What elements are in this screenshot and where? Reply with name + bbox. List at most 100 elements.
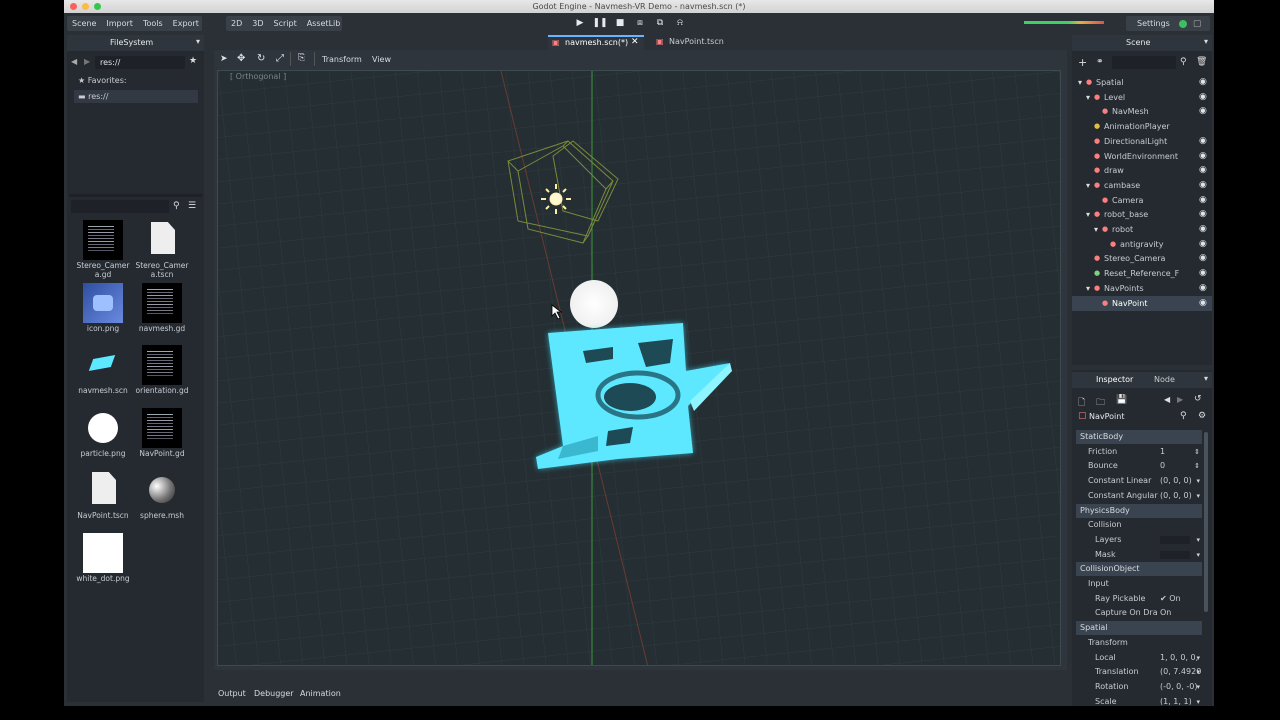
scene-node-navmesh[interactable]: ● NavMesh ◉ [1072,104,1212,119]
property-value[interactable]: (-0, 0, -0) [1160,680,1197,694]
open-resource-icon[interactable]: 🗀 [1096,395,1105,411]
close-tab-icon[interactable]: ✕ [631,37,639,47]
menu-tools[interactable]: Tools [138,19,168,28]
scene-node-worldenvironment[interactable]: ● WorldEnvironment ◉ [1072,149,1212,164]
expand-arrow-icon[interactable]: ▾ [1086,178,1090,193]
add-node-icon[interactable]: + [1078,57,1087,68]
visibility-eye-icon[interactable]: ◉ [1199,92,1208,102]
save-resource-icon[interactable]: 💾 [1116,395,1127,405]
filesystem-tab[interactable]: FileSystem [110,38,153,47]
visibility-eye-icon[interactable]: ◉ [1199,78,1208,87]
file-item[interactable]: navmesh.gd [132,280,192,340]
inspector-tab[interactable]: Inspector [1096,375,1133,384]
transform-menu[interactable]: Transform [322,55,362,64]
scene-node-draw[interactable]: ● draw ◉ [1072,163,1212,178]
tab-menu-icon[interactable]: ▾ [1204,37,1208,46]
property-value[interactable]: On [1160,606,1171,620]
inspector-property[interactable]: Constant Linear (0, 0, 0) ▾ [1076,474,1202,488]
scene-node-spatial[interactable]: ▾ ● Spatial ◉ [1072,75,1212,90]
scale-tool-icon[interactable]: ⤢ [276,53,284,64]
debugger-tab[interactable]: Debugger [254,689,294,698]
menu-import[interactable]: Import [101,19,138,28]
dropdown-arrow-icon[interactable]: ▾ [1196,548,1200,562]
scene-node-antigravity[interactable]: ● antigravity ◉ [1072,237,1212,252]
pause-icon[interactable]: ❚❚ [592,15,608,32]
white-sphere[interactable] [570,280,618,328]
remote-icon[interactable]: ⍾ [672,15,688,32]
zoom-window-icon[interactable] [94,3,101,10]
scene-node-animationplayer[interactable]: ● AnimationPlayer [1072,119,1212,134]
expand-arrow-icon[interactable]: ▾ [1086,90,1090,105]
output-tab[interactable]: Output [218,689,246,698]
file-item[interactable]: NavPoint.gd [132,405,192,465]
mode-2d[interactable]: 2D [226,19,247,28]
inspector-scrollbar[interactable] [1204,432,1208,612]
property-value[interactable] [1160,535,1190,544]
dropdown-arrow-icon[interactable]: ▾ [1196,474,1200,488]
visibility-eye-icon[interactable]: ◉ [1199,166,1208,175]
scene-node-reset-reference-f[interactable]: ● Reset_Reference_F ◉ [1072,266,1212,281]
scene-node-level[interactable]: ▾ ● Level ◉ [1072,90,1212,105]
mode-script[interactable]: Script [269,19,302,28]
scene-node-directionallight[interactable]: ● DirectionalLight ◉ [1072,134,1212,149]
play-custom-icon[interactable]: ⧉ [652,15,668,32]
property-value[interactable]: 0 [1160,459,1165,473]
dropdown-arrow-icon[interactable]: ▾ [1196,695,1200,705]
history-back-icon[interactable]: ◀ [1164,395,1170,404]
file-item[interactable]: Stereo_Camer a.gd [73,217,133,279]
stop-icon[interactable]: ■ [612,15,628,32]
favorite-star-icon[interactable]: ★ [189,56,197,66]
visibility-eye-icon[interactable]: ◉ [1199,195,1208,205]
play-scene-icon[interactable]: ⧈ [632,15,648,32]
dropdown-arrow-icon[interactable]: ▾ [1196,651,1200,665]
inspector-property[interactable]: Input [1076,577,1202,591]
inspector-property[interactable]: Layers ▾ [1076,533,1202,547]
visibility-eye-icon[interactable]: ◉ [1199,283,1208,293]
search-icon[interactable]: ⚲ [173,201,180,211]
dropdown-arrow-icon[interactable]: ▾ [1196,489,1200,503]
dropdown-arrow-icon[interactable]: ▾ [1196,533,1200,547]
property-value[interactable]: (1, 1, 1) [1160,695,1192,705]
file-search-input[interactable] [71,200,169,213]
visibility-eye-icon[interactable]: ◉ [1199,254,1208,263]
inspector-property[interactable]: Friction 1 ⇕ [1076,445,1202,459]
scene-node-navpoints[interactable]: ▾ ● NavPoints ◉ [1072,281,1212,296]
list-view-icon[interactable]: ☰ [188,201,196,211]
expand-arrow-icon[interactable]: ▾ [1086,281,1090,296]
scene-node-stereo-camera[interactable]: ● Stereo_Camera ◉ [1072,251,1212,266]
new-resource-icon[interactable]: 🗋 [1078,395,1085,411]
lock-tool-icon[interactable]: ⎘ [298,53,305,63]
node-tab[interactable]: Node [1154,375,1175,384]
close-window-icon[interactable] [70,3,77,10]
file-item[interactable]: orientation.gd [132,342,192,402]
property-value[interactable]: (0, 0, 0) [1160,489,1192,503]
file-item[interactable]: sphere.msh [132,467,192,527]
property-value[interactable]: 1 [1160,445,1165,459]
property-value[interactable]: ✔ On [1160,592,1181,606]
dropdown-arrow-icon[interactable]: ▾ [1196,680,1200,694]
file-item[interactable]: white_dot.png [73,530,133,590]
visibility-eye-icon[interactable]: ◉ [1199,107,1208,116]
inspector-property[interactable]: Local 1, 0, 0, 0, ▾ [1076,651,1202,665]
inspector-property[interactable]: Transform [1076,636,1202,650]
scene-node-robot[interactable]: ▾ ● robot ◉ [1072,222,1212,237]
visibility-eye-icon[interactable]: ◉ [1199,239,1208,249]
settings-button[interactable]: Settings ▢ [1126,16,1210,31]
mode-3d[interactable]: 3D [247,19,268,28]
editor-tab-navpoint[interactable]: ▣ NavPoint.tscn [652,37,742,50]
view-mode-label[interactable]: [ Orthogonal ] [230,72,286,81]
minimize-window-icon[interactable] [82,3,89,10]
scene-node-navpoint[interactable]: ● NavPoint ◉ [1072,295,1212,311]
editor-tab-navmesh[interactable]: ▣ navmesh.scn(*) ✕ [548,35,644,50]
search-icon[interactable]: ⚲ [1180,411,1187,421]
scene-node-cambase[interactable]: ▾ ● cambase ◉ [1072,178,1212,193]
delete-node-icon[interactable]: 🗑 [1196,57,1207,67]
play-icon[interactable]: ▶ [572,15,588,32]
forward-icon[interactable]: ▶ [84,57,90,66]
back-icon[interactable]: ◀ [71,57,77,66]
gear-icon[interactable]: ⚙ [1198,411,1206,421]
visibility-eye-icon[interactable]: ◉ [1199,136,1208,146]
file-item[interactable]: particle.png [73,405,133,465]
menu-scene[interactable]: Scene [67,19,101,28]
history-forward-icon[interactable]: ▶ [1177,395,1183,404]
